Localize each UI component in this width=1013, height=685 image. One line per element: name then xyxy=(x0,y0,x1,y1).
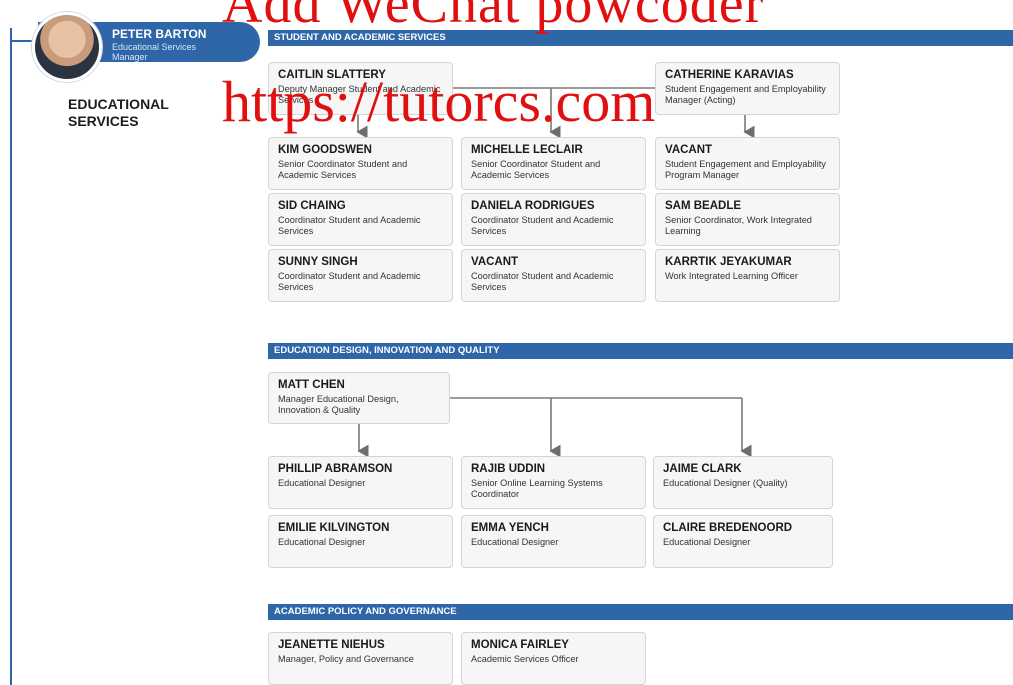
org-card: EMMA YENCH Educational Designer xyxy=(461,515,646,568)
org-card: PHILLIP ABRAMSON Educational Designer xyxy=(268,456,453,509)
person-name: KIM GOODSWEN xyxy=(278,144,372,156)
person-title: Educational Designer xyxy=(471,537,559,547)
person-title: Coordinator Student and Academic Service… xyxy=(278,215,421,236)
org-card: JEANETTE NIEHUS Manager, Policy and Gove… xyxy=(268,632,453,685)
person-title: Student Engagement and Employability Man… xyxy=(665,84,826,105)
org-card: EMILIE KILVINGTON Educational Designer xyxy=(268,515,453,568)
org-card: KARRTIK JEYAKUMAR Work Integrated Learni… xyxy=(655,249,840,302)
person-title: Manager, Policy and Governance xyxy=(278,654,414,664)
person-name: EMILIE KILVINGTON xyxy=(278,522,390,534)
watermark-line-2: https://tutorcs.com xyxy=(222,69,656,134)
org-card: SUNNY SINGH Coordinator Student and Acad… xyxy=(268,249,453,302)
person-name: DANIELA RODRIGUES xyxy=(471,200,595,212)
person-name: KARRTIK JEYAKUMAR xyxy=(665,256,792,268)
person-name: SAM BEADLE xyxy=(665,200,742,212)
person-name: EMMA YENCH xyxy=(471,522,549,534)
person-name: CATHERINE KARAVIAS xyxy=(665,69,794,81)
person-name: VACANT xyxy=(665,144,713,156)
person-name: MATT CHEN xyxy=(278,379,345,391)
person-title: Manager Educational Design, Innovation &… xyxy=(278,394,399,415)
person-name: SID CHAING xyxy=(278,200,346,212)
org-card-head: CATHERINE KARAVIAS Student Engagement an… xyxy=(655,62,840,115)
person-name: JAIME CLARK xyxy=(663,463,742,475)
org-card-head: MATT CHEN Manager Educational Design, In… xyxy=(268,372,450,424)
org-card: VACANT Student Engagement and Employabil… xyxy=(655,137,840,190)
person-title: Senior Coordinator Student and Academic … xyxy=(471,159,601,180)
org-card: SAM BEADLE Senior Coordinator, Work Inte… xyxy=(655,193,840,246)
person-title: Senior Coordinator, Work Integrated Lear… xyxy=(665,215,812,236)
person-name: PHILLIP ABRAMSON xyxy=(278,463,393,475)
section-header-policy-governance: ACADEMIC POLICY AND GOVERNANCE xyxy=(268,604,1013,620)
org-card: KIM GOODSWEN Senior Coordinator Student … xyxy=(268,137,453,190)
person-title: Coordinator Student and Academic Service… xyxy=(471,271,614,292)
person-title: Senior Online Learning Systems Coordinat… xyxy=(471,478,603,499)
person-title: Senior Coordinator Student and Academic … xyxy=(278,159,408,180)
person-name: CLAIRE BREDENOORD xyxy=(663,522,793,534)
org-card: VACANT Coordinator Student and Academic … xyxy=(461,249,646,302)
person-name: VACANT xyxy=(471,256,519,268)
org-card: SID CHAING Coordinator Student and Acade… xyxy=(268,193,453,246)
person-title: Coordinator Student and Academic Service… xyxy=(278,271,421,292)
org-card: MICHELLE LECLAIR Senior Coordinator Stud… xyxy=(461,137,646,190)
person-title: Educational Designer (Quality) xyxy=(663,478,788,488)
org-card: JAIME CLARK Educational Designer (Qualit… xyxy=(653,456,833,509)
person-name: JEANETTE NIEHUS xyxy=(278,639,385,651)
watermark-line-1: Add WeChat powcoder xyxy=(222,0,765,35)
person-title: Academic Services Officer xyxy=(471,654,579,664)
person-name: MICHELLE LECLAIR xyxy=(471,144,583,156)
section-header-education-design: EDUCATION DESIGN, INNOVATION AND QUALITY xyxy=(268,343,1013,359)
person-name: MONICA FAIRLEY xyxy=(471,639,569,651)
org-card: MONICA FAIRLEY Academic Services Officer xyxy=(461,632,646,685)
person-title: Student Engagement and Employability Pro… xyxy=(665,159,826,180)
person-title: Work Integrated Learning Officer xyxy=(665,271,798,281)
person-name: RAJIB UDDIN xyxy=(471,463,546,475)
org-card: DANIELA RODRIGUES Coordinator Student an… xyxy=(461,193,646,246)
person-title: Coordinator Student and Academic Service… xyxy=(471,215,614,236)
person-title: Educational Designer xyxy=(663,537,751,547)
person-title: Educational Designer xyxy=(278,537,366,547)
org-card: RAJIB UDDIN Senior Online Learning Syste… xyxy=(461,456,646,509)
person-title: Educational Designer xyxy=(278,478,366,488)
org-card: CLAIRE BREDENOORD Educational Designer xyxy=(653,515,833,568)
person-name: SUNNY SINGH xyxy=(278,256,358,268)
